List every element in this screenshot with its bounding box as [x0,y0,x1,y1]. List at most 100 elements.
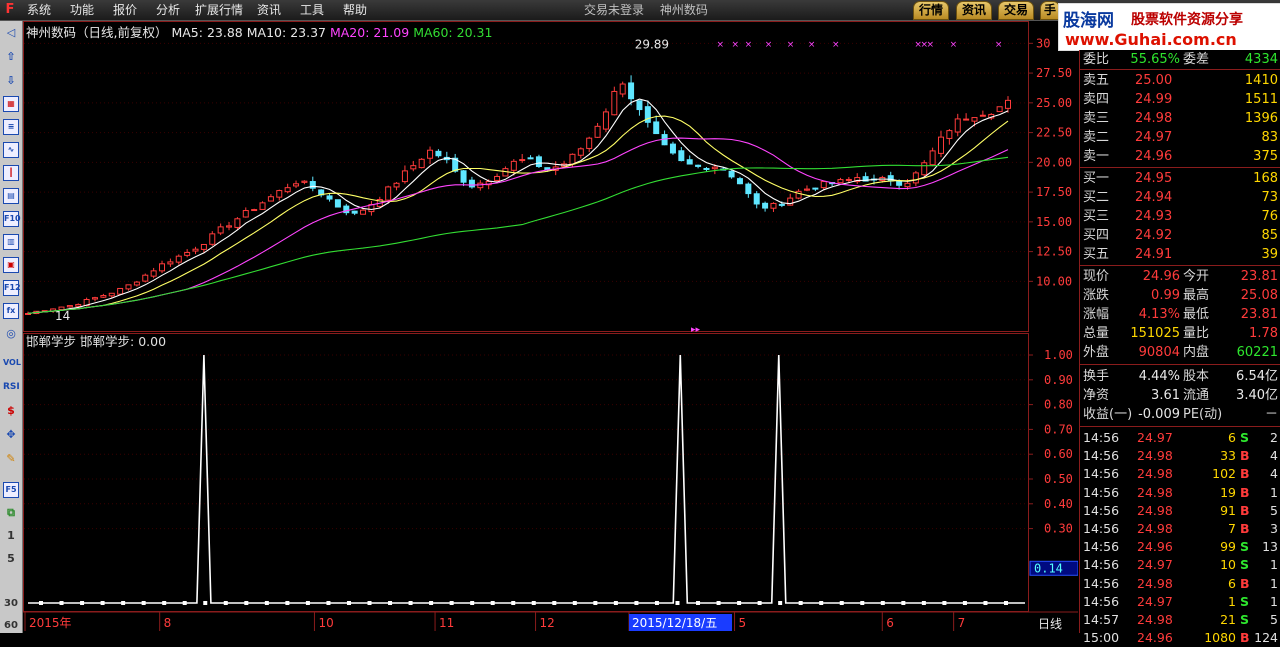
circle-icon[interactable]: ◎ [3,326,19,342]
candle-body [619,83,626,95]
ask-row[interactable]: 卖二 24.97 83 [1080,128,1280,147]
period-30[interactable]: 30 [3,596,19,612]
menu-system[interactable]: 系统 [27,2,51,18]
menu-help[interactable]: 帮助 [343,2,367,18]
indicator-point [839,601,844,605]
tick-price: 24.96 [1137,630,1173,646]
doc-icon[interactable]: ▥ [3,234,19,250]
candle-body [510,160,517,171]
f5-icon[interactable]: F5 [3,482,19,498]
candle-body [276,190,283,198]
table-icon[interactable]: ▤ [3,188,19,204]
candle-body [66,305,73,308]
indicator-point [264,601,269,605]
stat-value: 24.96 [1142,269,1180,284]
candle-body [837,179,844,184]
period-label: 日线 [1038,617,1062,631]
candle-body [284,187,291,193]
tick-price: 24.98 [1137,612,1173,627]
rsi-icon[interactable]: RSI [3,379,20,395]
tick-direction: B [1240,484,1250,500]
fund-label: PE(动) [1183,407,1223,422]
tick-direction: B [1240,575,1250,591]
calendar-icon[interactable]: ▣ [3,257,19,273]
price-panel-header: 神州数码（日线,前复权） MA5: 23.88 MA10: 23.37 MA20… [26,25,492,41]
menu-analysis[interactable]: 分析 [156,2,180,18]
fund-value: － [1264,407,1278,422]
period-5[interactable]: 5 [3,551,19,567]
menu-tools[interactable]: 工具 [300,2,324,18]
move-icon[interactable]: ✥ [3,427,19,443]
formula-icon[interactable]: fx [3,303,19,319]
x-tick-label: 2015/12/18/五 [632,616,717,630]
bid-row[interactable]: 买三 24.93 76 [1080,207,1280,226]
tick-count: 1 [1270,593,1278,609]
menu-news[interactable]: 资讯 [257,2,281,18]
kline-chart-svg[interactable]: 30 27.50 25.00 22.50 20.00 17.50 15.00 12.50 10.… [23,21,1078,633]
ask-row[interactable]: 卖四 24.99 1511 [1080,90,1280,109]
f12-icon[interactable]: F12 [3,280,21,296]
candle-body [150,270,157,277]
pen-icon[interactable]: ✎ [3,451,19,467]
chart-area[interactable]: 30 27.50 25.00 22.50 20.00 17.50 15.00 12.50 10.… [23,21,1078,633]
ma5-value: 23.88 [206,25,243,40]
tab-trade[interactable]: 交易 [998,1,1035,20]
candle-icon[interactable]: ┃ [3,165,19,181]
list-icon[interactable]: ≡ [3,119,19,135]
bid-row[interactable]: 买二 24.94 73 [1080,188,1280,207]
tick-row: 14:56 24.97 10 S 1 [1080,556,1280,574]
tab-hand[interactable]: 手 [1040,1,1061,20]
switch-icon[interactable]: ⧉ [3,505,19,521]
ma-line-ma10 [27,115,1009,315]
bid-row[interactable]: 买四 24.92 85 [1080,226,1280,245]
app-logo-icon[interactable]: F [3,3,17,17]
tick-count: 2 [1270,430,1278,445]
price-tick-label: 12.50 [1036,245,1072,259]
refresh-icon[interactable]: ▦ [3,96,19,112]
f10-icon[interactable]: F10 [3,211,21,227]
x-tick-label: 6 [886,616,894,630]
vol-icon[interactable]: VOL [3,355,21,371]
candle-body [75,304,82,307]
indicator-tick-label: 0.50 [1044,472,1073,486]
candle-body [209,233,216,245]
ask-row[interactable]: 卖五 25.00 1410 [1080,71,1280,90]
candle-body [159,263,166,272]
candle-body [628,82,635,100]
bid-row[interactable]: 买一 24.95 168 [1080,169,1280,188]
up-arrow-icon[interactable]: ⇧ [3,49,19,65]
tick-direction: S [1240,612,1250,627]
indicator-label: 邯郸学步: [80,334,135,349]
menu-function[interactable]: 功能 [70,2,94,18]
tick-time: 14:56 [1083,484,1120,500]
tab-market[interactable]: 行情 [913,1,950,20]
line-chart-icon[interactable]: ∿ [3,142,19,158]
tick-time: 14:56 [1083,539,1120,555]
ask-row[interactable]: 卖一 24.96 375 [1080,147,1280,166]
indicator-tick-label: 0.70 [1044,422,1073,436]
fund-value: -0.009 [1138,407,1180,422]
down-arrow-icon[interactable]: ⇩ [3,73,19,89]
indicator-point [860,601,865,605]
back-icon[interactable]: ◁ [3,25,19,41]
indicator-point [305,601,310,605]
ask-row[interactable]: 卖三 24.98 1396 [1080,109,1280,128]
menu-quote[interactable]: 报价 [113,2,137,18]
bid-volume: 85 [1261,228,1278,243]
fund-value: 3.61 [1151,388,1180,403]
tick-direction: B [1240,521,1250,536]
stat-value: 4.13% [1138,307,1180,322]
candle-body [427,149,434,159]
period-60[interactable]: 60 [3,618,19,634]
bid-label: 买五 [1083,247,1110,262]
dollar-icon[interactable]: $ [3,403,19,419]
tab-news[interactable]: 资讯 [956,1,993,20]
period-1[interactable]: 1 [3,528,19,544]
menu-ext-market[interactable]: 扩展行情 [195,2,243,18]
indicator-point [346,601,351,605]
current-value-text: 0.14 [1034,561,1063,575]
bid-row[interactable]: 买五 24.91 39 [1080,245,1280,264]
fund-label: 股本 [1183,369,1210,384]
signal-marker: × [950,40,958,50]
candle-body [293,183,300,187]
